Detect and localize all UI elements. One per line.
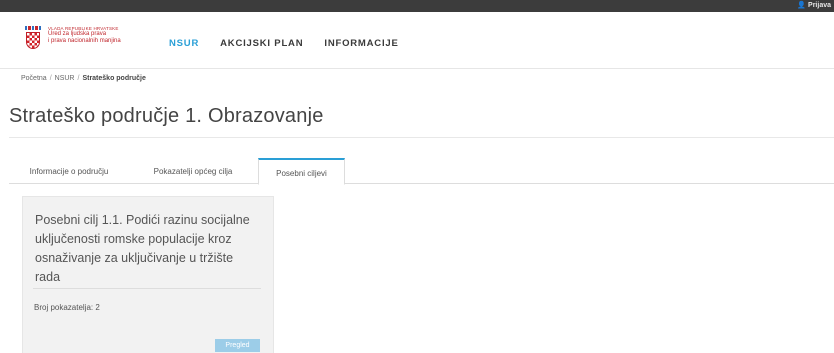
breadcrumb-separator: /: [49, 75, 52, 82]
goal-card-title: Posebni cilj 1.1. Podići razinu socijaln…: [35, 213, 250, 284]
breadcrumb: Početna / NSUR / Strateško područje: [21, 75, 146, 82]
header-divider: [0, 68, 834, 69]
site-logo[interactable]: VLADA REPUBLIKE HRVATSKE Ured za ljudska…: [25, 26, 121, 50]
view-button[interactable]: Pregled: [215, 339, 260, 352]
tab-pokazatelji-opceg-cilja[interactable]: Pokazatelji općeg cilja: [135, 158, 251, 184]
breadcrumb-nsur[interactable]: NSUR: [55, 75, 75, 82]
tab-posebni-ciljevi[interactable]: Posebni ciljevi: [258, 158, 345, 185]
breadcrumb-separator: /: [77, 75, 80, 82]
top-bar: 👤 Prijava: [0, 0, 834, 12]
site-header: VLADA REPUBLIKE HRVATSKE Ured za ljudska…: [0, 12, 834, 68]
goal-card-divider: [33, 288, 261, 289]
breadcrumb-current: Strateško područje: [82, 75, 146, 82]
tab-bar: Informacije o području Pokazatelji općeg…: [9, 158, 834, 185]
nav-item-nsur[interactable]: NSUR: [169, 38, 199, 49]
indicator-count: Broj pokazatelja: 2: [34, 303, 100, 312]
breadcrumb-home[interactable]: Početna: [21, 75, 47, 82]
nav-item-akcijski-plan[interactable]: AKCIJSKI PLAN: [220, 38, 303, 49]
main-nav: NSUR AKCIJSKI PLAN INFORMACIJE: [169, 38, 420, 49]
tab-informacije-o-podrucju[interactable]: Informacije o području: [9, 158, 129, 184]
coat-of-arms-icon: [25, 26, 42, 50]
logo-line-office: Ured za ljudska prava: [48, 31, 107, 38]
nav-item-informacije[interactable]: INFORMACIJE: [324, 38, 398, 49]
page-title: Strateško područje 1. Obrazovanje: [9, 105, 324, 127]
goal-card: Posebni cilj 1.1. Podići razinu socijaln…: [22, 196, 274, 353]
logo-line-minorities: i prava nacionalnih manjina: [48, 38, 121, 45]
logo-text: VLADA REPUBLIKE HRVATSKE Ured za ljudska…: [48, 26, 121, 45]
title-divider: [9, 137, 834, 138]
login-link[interactable]: 👤 Prijava: [797, 1, 831, 9]
